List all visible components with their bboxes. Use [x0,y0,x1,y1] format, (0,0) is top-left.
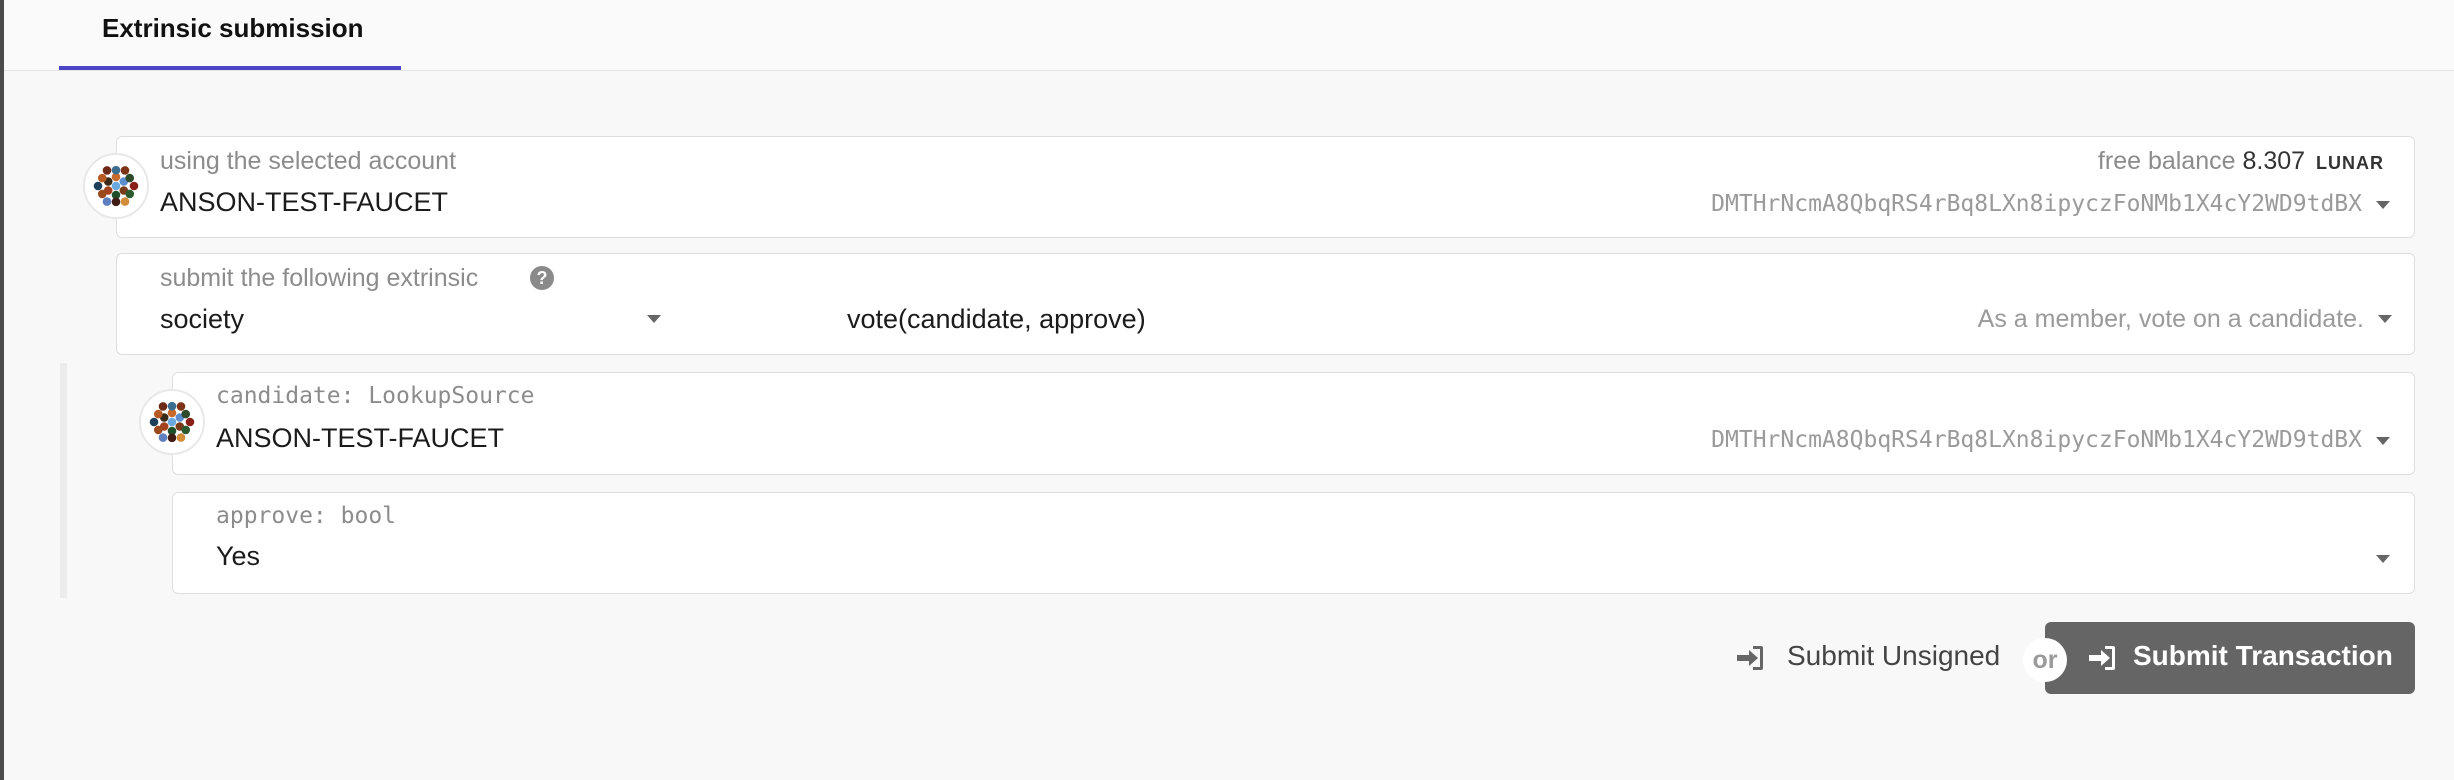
module-value: society [160,304,245,334]
account-label: using the selected account [160,147,457,175]
or-divider: or [2023,638,2067,682]
chevron-down-icon [2378,315,2392,323]
method-value: vote(candidate, approve) [847,304,1146,334]
submit-transaction-button[interactable]: Submit Transaction [2045,622,2415,694]
account-address: DMTHrNcmA8QbqRS4rBq8LXn8ipyczFoNMb1X4cY2… [1711,191,2362,217]
candidate-address: DMTHrNcmA8QbqRS4rBq8LXn8ipyczFoNMb1X4cY2… [1711,427,2362,453]
free-balance: free balance 8.307 LUNAR [2098,147,2384,176]
method-dropdown[interactable]: vote(candidate, approve) As a member, vo… [717,298,2416,352]
tab-label: Extrinsic submission [102,13,364,43]
tab-extrinsic-submission[interactable]: Extrinsic submission [59,0,401,70]
submit-unsigned-label: Submit Unsigned [1787,640,2001,671]
candidate-label: candidate: LookupSource [216,383,535,409]
window-edge [0,0,4,780]
submit-unsigned-button[interactable]: Submit Unsigned [1735,622,2015,694]
approve-label: approve: bool [216,503,397,529]
approve-value: Yes [216,541,261,571]
params-indent-bar [60,363,67,598]
candidate-selector[interactable]: candidate: LookupSource ANSON-TEST-FAUCE… [172,372,2415,475]
active-tab-indicator [59,66,401,70]
account-identicon [83,153,149,219]
account-name: ANSON-TEST-FAUCET [160,187,449,217]
balance-label: free balance [2097,147,2236,175]
approve-selector[interactable]: approve: bool Yes [172,492,2415,594]
candidate-name: ANSON-TEST-FAUCET [216,423,505,453]
module-dropdown[interactable]: society [117,298,677,352]
chevron-down-icon [647,315,661,323]
help-icon[interactable]: ? [530,266,554,290]
sign-in-icon [1737,646,1763,670]
account-selector[interactable]: using the selected account ANSON-TEST-FA… [116,136,2415,238]
chevron-down-icon [2376,201,2390,209]
submit-transaction-label: Submit Transaction [2133,640,2393,671]
extrinsic-selector: submit the following extrinsic ? society… [116,253,2415,355]
tab-bar: Extrinsic submission [4,0,2454,71]
candidate-identicon [139,389,205,455]
method-description: As a member, vote on a candidate. [1977,305,2364,333]
chevron-down-icon [2376,555,2390,563]
balance-value: 8.307 [2242,147,2306,175]
chevron-down-icon [2376,437,2390,445]
balance-unit: LUNAR [2316,153,2384,173]
sign-in-icon [2089,646,2115,670]
extrinsic-label: submit the following extrinsic [160,264,479,292]
